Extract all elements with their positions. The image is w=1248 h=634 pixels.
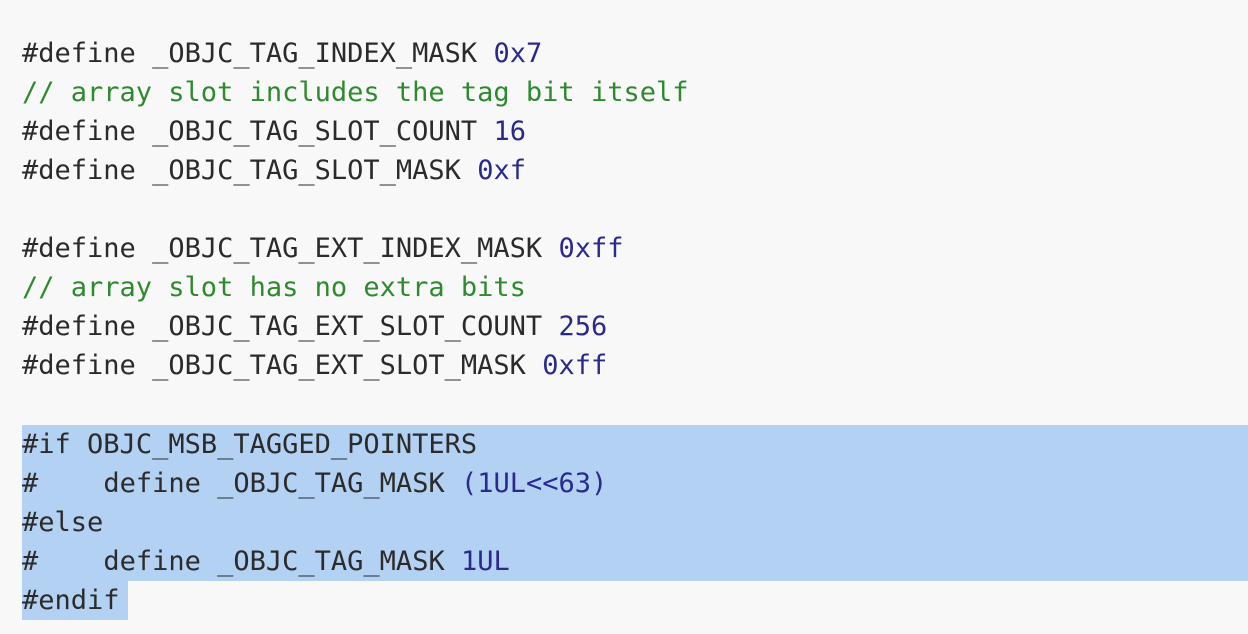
macro-value: 16 (493, 116, 526, 147)
code-editor[interactable]: #define _OBJC_TAG_INDEX_MASK 0x7 // arra… (0, 0, 1248, 634)
macro-value: 0x7 (493, 38, 543, 69)
code-line[interactable]: #define _OBJC_TAG_EXT_SLOT_MASK 0xff (22, 346, 607, 385)
code-line[interactable]: #define _OBJC_TAG_EXT_SLOT_COUNT 256 (22, 307, 607, 346)
define-keyword: define (103, 468, 201, 499)
macro-name: _OBJC_TAG_SLOT_COUNT (152, 116, 478, 147)
macro-name: _OBJC_TAG_EXT_SLOT_MASK (152, 350, 526, 381)
macro-value: 0xff (558, 233, 624, 264)
macro-name: _OBJC_TAG_SLOT_MASK (152, 155, 461, 186)
code-line[interactable]: #endif (22, 581, 120, 620)
code-comment[interactable]: // array slot includes the tag bit itsel… (22, 73, 688, 112)
code-line[interactable]: #define _OBJC_TAG_EXT_INDEX_MASK 0xff (22, 229, 624, 268)
macro-value: 0xf (477, 155, 526, 186)
code-line[interactable]: #define _OBJC_TAG_INDEX_MASK 0x7 (22, 34, 542, 73)
macro-name: _OBJC_TAG_MASK (217, 468, 445, 499)
code-line[interactable]: # define _OBJC_TAG_MASK 1UL (22, 542, 510, 581)
preprocessor-directive: # (22, 468, 39, 499)
macro-name: _OBJC_TAG_EXT_INDEX_MASK (152, 233, 543, 264)
preprocessor-directive: #define (22, 350, 136, 381)
code-line[interactable]: #define _OBJC_TAG_SLOT_COUNT 16 (22, 112, 526, 151)
macro-value: 256 (558, 311, 608, 342)
preprocessor-directive: #define (22, 311, 136, 342)
preprocessor-directive: #define (22, 38, 136, 69)
code-line[interactable]: # define _OBJC_TAG_MASK (1UL<<63) (22, 464, 607, 503)
macro-name: _OBJC_TAG_EXT_SLOT_COUNT (152, 311, 543, 342)
macro-name: OBJC_MSB_TAGGED_POINTERS (87, 429, 478, 460)
preprocessor-directive: #define (22, 116, 136, 147)
define-keyword: define (103, 546, 201, 577)
macro-name: _OBJC_TAG_MASK (217, 546, 445, 577)
preprocessor-directive: #if (22, 429, 71, 460)
preprocessor-directive: #define (22, 233, 136, 264)
macro-value: 0xff (542, 350, 608, 381)
code-line[interactable]: #else (22, 503, 103, 542)
preprocessor-directive: # (22, 546, 39, 577)
code-line[interactable]: #define _OBJC_TAG_SLOT_MASK 0xf (22, 151, 526, 190)
preprocessor-directive: #define (22, 155, 136, 186)
preprocessor-directive: #endif (22, 585, 120, 616)
preprocessor-directive: #else (22, 507, 104, 538)
code-line[interactable]: #if OBJC_MSB_TAGGED_POINTERS (22, 425, 477, 464)
macro-value: (1UL<<63) (460, 468, 608, 499)
macro-value: 1UL (460, 546, 510, 577)
code-comment[interactable]: // array slot has no extra bits (22, 268, 526, 307)
macro-name: _OBJC_TAG_INDEX_MASK (152, 38, 478, 69)
